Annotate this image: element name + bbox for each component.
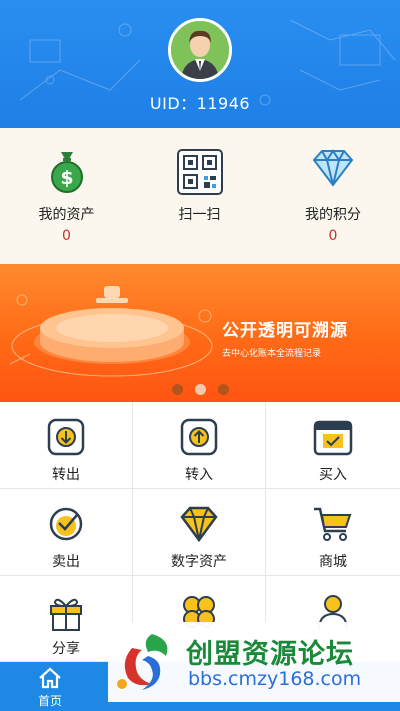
tab-home-label: 首页 xyxy=(37,694,62,708)
qr-scan-icon xyxy=(176,149,223,195)
scan-button[interactable]: 扫一扫 xyxy=(133,128,266,264)
mall-label: 商城 xyxy=(319,554,347,570)
scan-label: 扫一扫 xyxy=(178,207,221,223)
buy-label: 买入 xyxy=(319,467,347,483)
transfer-in-button[interactable]: 转入 xyxy=(133,402,266,489)
money-bag-icon: $ xyxy=(50,152,83,193)
watermark-url: bbs.cmzy168.com xyxy=(188,668,362,690)
transfer-out-label: 转出 xyxy=(52,467,80,483)
user-id: UID：11946 xyxy=(149,94,251,113)
sell-button[interactable]: 卖出 xyxy=(0,489,133,576)
calendar-check-icon xyxy=(313,420,353,456)
svg-text:$: $ xyxy=(60,167,73,189)
home-icon xyxy=(39,667,61,689)
user-avatar-icon xyxy=(171,21,229,79)
digital-assets-button[interactable]: 数字资产 xyxy=(133,489,266,576)
watermark: 创盟资源论坛 bbs.cmzy168.com xyxy=(108,622,400,702)
my-points[interactable]: 我的积分 0 xyxy=(266,128,400,264)
transfer-out-button[interactable]: 转出 xyxy=(0,402,133,489)
carousel-indicator xyxy=(0,380,400,399)
diamond-icon xyxy=(312,149,354,187)
my-points-label: 我的积分 xyxy=(305,207,361,223)
buy-button[interactable]: 买入 xyxy=(266,402,400,489)
my-assets-label: 我的资产 xyxy=(38,207,95,223)
mall-button[interactable]: 商城 xyxy=(266,489,400,576)
digital-assets-label: 数字资产 xyxy=(171,554,227,570)
arrow-up-icon xyxy=(180,418,218,456)
cart-icon xyxy=(314,507,352,541)
gem-icon xyxy=(180,506,218,543)
tab-home[interactable]: 首页 xyxy=(0,662,100,711)
banner-title: 公开透明可溯源 xyxy=(222,321,348,341)
transfer-in-label: 转入 xyxy=(185,467,213,483)
my-points-value: 0 xyxy=(328,228,338,244)
arrow-down-icon xyxy=(47,418,85,456)
carousel-dot[interactable] xyxy=(171,384,183,395)
avatar[interactable] xyxy=(168,18,232,82)
watermark-title: 创盟资源论坛 xyxy=(186,639,354,670)
carousel-dot[interactable] xyxy=(217,384,229,395)
check-circle-icon xyxy=(49,507,83,541)
gift-icon xyxy=(50,598,82,631)
my-assets[interactable]: $ 我的资产 0 xyxy=(0,128,133,264)
promo-banner[interactable]: 公开透明可溯源 去中心化账本全流程记录 xyxy=(0,264,400,402)
site-logo xyxy=(117,634,168,690)
carousel-dot-active[interactable] xyxy=(194,384,206,395)
sell-label: 卖出 xyxy=(52,554,80,570)
my-assets-value: 0 xyxy=(62,228,71,244)
profile-header: UID：11946 xyxy=(0,0,400,128)
stats-bar: $ 我的资产 0 扫一扫 我的积分 0 xyxy=(0,128,400,264)
banner-subtitle: 去中心化账本全流程记录 xyxy=(222,349,322,359)
